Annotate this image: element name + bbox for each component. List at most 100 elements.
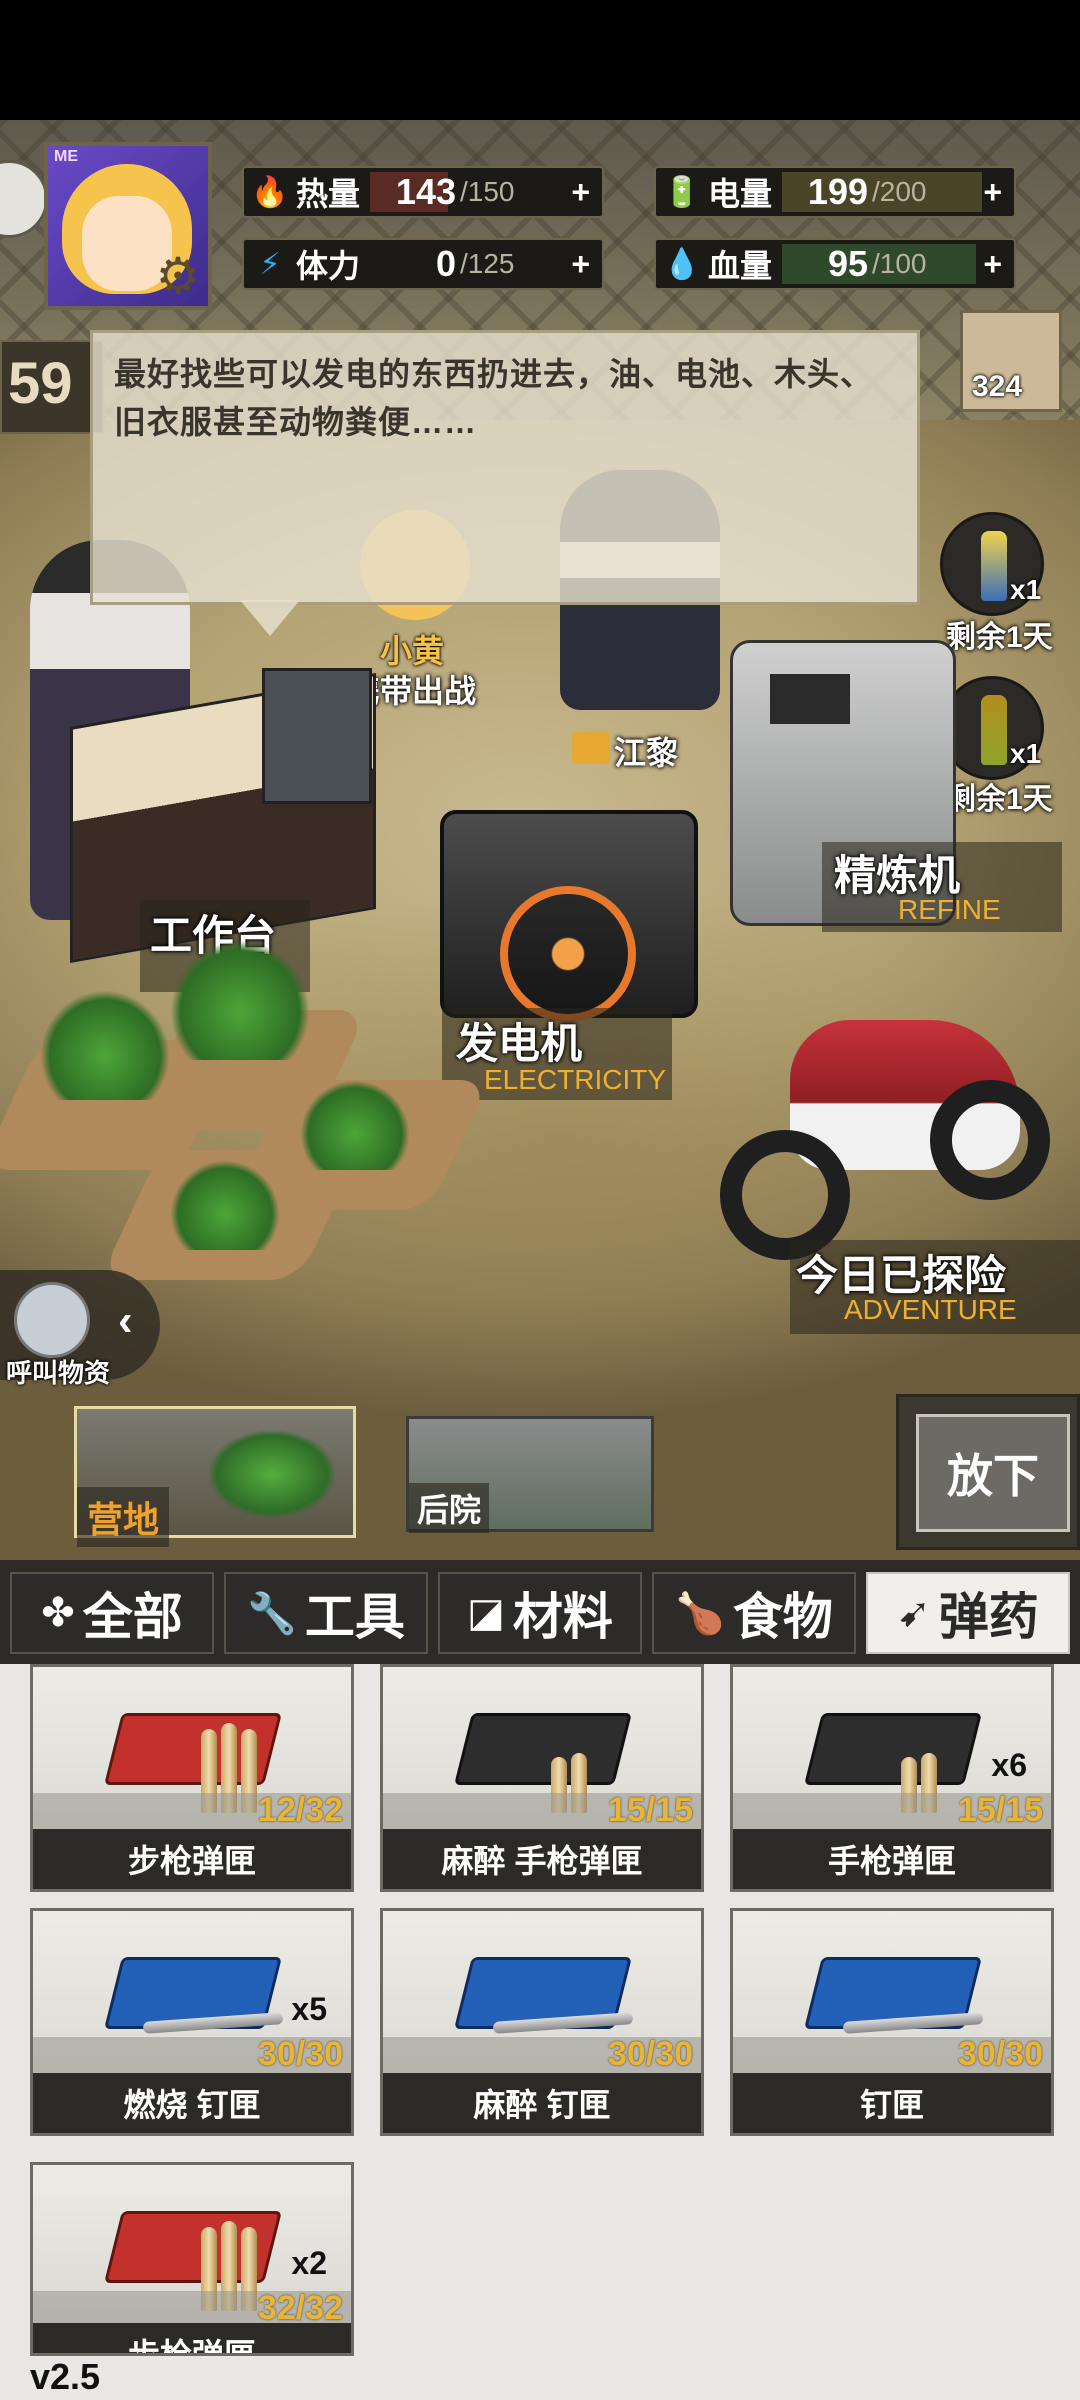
lightning-icon: ⚡ bbox=[259, 247, 281, 281]
level-number: 59 bbox=[8, 351, 73, 416]
tab-materials[interactable]: ◪ 材料 bbox=[438, 1572, 642, 1654]
health-bar[interactable]: 💧 血量 95 /100 + bbox=[654, 238, 1016, 290]
item-name: 麻醉 钉匣 bbox=[383, 2073, 701, 2133]
item-name: 麻醉 手枪弹匣 bbox=[383, 1829, 701, 1889]
buff-remaining: 剩余1天 bbox=[946, 783, 1053, 816]
gear-icon[interactable]: ⚙ bbox=[152, 250, 204, 302]
inventory-item[interactable]: 30/30 麻醉 钉匣 bbox=[380, 1908, 704, 2136]
stamina-bar[interactable]: ⚡ 体力 0 /125 + bbox=[242, 238, 604, 290]
npc-name: 江黎 bbox=[614, 735, 679, 771]
clover-icon: ✤ bbox=[41, 1591, 75, 1635]
inventory-item[interactable]: 12/32 步枪弹匣 bbox=[30, 1664, 354, 1892]
stamina-value: 0 bbox=[435, 243, 456, 284]
tab-tools[interactable]: 🔧 工具 bbox=[224, 1572, 428, 1654]
workbench-tool-rack bbox=[262, 668, 372, 804]
inventory-item[interactable]: x6 15/15 手枪弹匣 bbox=[730, 1664, 1054, 1892]
version-label: v2.5 bbox=[30, 2356, 101, 2397]
fan-icon bbox=[500, 886, 636, 1022]
item-name: 钉匣 bbox=[733, 2073, 1051, 2133]
bullet-icon: ➹ bbox=[897, 1591, 931, 1635]
item-count: 15/15 bbox=[607, 1791, 693, 1829]
backpack-count: 324 bbox=[972, 370, 1023, 403]
inventory-item[interactable]: 30/30 钉匣 bbox=[730, 1908, 1054, 2136]
area-tab-camp[interactable]: 营地 bbox=[74, 1406, 356, 1547]
tab-tools-label: 工具 bbox=[304, 1589, 405, 1645]
put-down-button[interactable]: 放下 bbox=[916, 1414, 1070, 1532]
stamina-label: 体力 bbox=[296, 248, 361, 284]
plant bbox=[40, 990, 170, 1100]
stamina-max: /125 bbox=[460, 248, 515, 279]
wrench-icon: 🔧 bbox=[247, 1591, 297, 1636]
refine-screen bbox=[770, 674, 850, 724]
refine-label[interactable]: 精炼机 REFINE bbox=[822, 842, 1062, 932]
heat-value: 143 bbox=[395, 171, 456, 212]
tab-food[interactable]: 🍗 食物 bbox=[652, 1572, 856, 1654]
plant bbox=[170, 1160, 280, 1250]
area-tab-backyard[interactable]: 后院 bbox=[406, 1416, 654, 1533]
dialog-text: 最好找些可以发电的东西扔进去，油、电池、木头、旧衣服甚至动物粪便…… bbox=[114, 356, 874, 440]
avatar-tag: ME bbox=[54, 148, 78, 165]
item-count: 30/30 bbox=[257, 2035, 343, 2073]
item-count: 15/15 bbox=[957, 1791, 1043, 1829]
stamina-add-button[interactable]: + bbox=[571, 246, 590, 283]
generator-name: 发电机 bbox=[456, 1020, 583, 1067]
health-label: 血量 bbox=[708, 248, 773, 284]
chevron-left-icon[interactable]: ‹ bbox=[118, 1296, 133, 1346]
heat-add-button[interactable]: + bbox=[571, 174, 590, 211]
area-tab-backyard-label: 后院 bbox=[409, 1483, 490, 1533]
tab-ammo-label: 弹药 bbox=[938, 1589, 1039, 1645]
motorcycle[interactable] bbox=[720, 990, 1050, 1260]
health-max: /100 bbox=[872, 248, 927, 279]
item-name: 步枪弹匣 bbox=[33, 1829, 351, 1889]
item-count: 30/30 bbox=[957, 2035, 1043, 2073]
power-label: 电量 bbox=[708, 176, 773, 212]
flame-icon: 🔥 bbox=[251, 175, 289, 209]
plant bbox=[170, 940, 310, 1060]
plant bbox=[300, 1080, 410, 1170]
dialog-bubble-tail bbox=[240, 600, 300, 636]
adventure-label[interactable]: 今日已探险 ADVENTURE bbox=[790, 1240, 1080, 1334]
area-tab-camp-label: 营地 bbox=[77, 1487, 170, 1547]
drumstick-icon: 🍗 bbox=[675, 1591, 725, 1636]
inventory-item[interactable]: 15/15 麻醉 手枪弹匣 bbox=[380, 1664, 704, 1892]
tab-ammo[interactable]: ➹ 弹药 bbox=[866, 1572, 1070, 1654]
generator-en: ELECTRICITY bbox=[484, 1064, 667, 1095]
npc-box-icon bbox=[572, 732, 610, 764]
material-icon: ◪ bbox=[467, 1591, 505, 1635]
inventory-item[interactable]: x5 30/30 燃烧 钉匣 bbox=[30, 1908, 354, 2136]
walkie-talkie-icon bbox=[14, 1282, 90, 1358]
heat-label: 热量 bbox=[296, 176, 361, 212]
item-count: 30/30 bbox=[607, 2035, 693, 2073]
heat-max: /150 bbox=[460, 176, 515, 207]
item-count: 12/32 bbox=[257, 1791, 343, 1829]
buff-count: x1 bbox=[1010, 738, 1042, 769]
inventory-item[interactable]: x2 32/32 步枪弹匣 bbox=[30, 2162, 354, 2356]
item-name: 燃烧 钉匣 bbox=[33, 2073, 351, 2133]
item-name: 手枪弹匣 bbox=[733, 1829, 1051, 1889]
player-avatar[interactable]: ME ⚙ bbox=[44, 142, 212, 310]
olive-bottle-shape bbox=[981, 695, 1007, 765]
tab-all[interactable]: ✤ 全部 bbox=[10, 1572, 214, 1654]
status-bar-area bbox=[0, 0, 1080, 120]
item-multiplier: x5 bbox=[291, 1991, 327, 2027]
refine-en: REFINE bbox=[898, 894, 1001, 925]
power-bar[interactable]: 🔋 电量 199 /200 + bbox=[654, 166, 1016, 218]
power-value: 199 bbox=[807, 171, 868, 212]
item-multiplier: x6 bbox=[991, 1747, 1027, 1783]
buff-remaining: 剩余1天 bbox=[946, 621, 1053, 654]
call-supplies-label: 呼叫物资 bbox=[6, 1358, 111, 1388]
health-add-button[interactable]: + bbox=[983, 246, 1002, 283]
tab-all-label: 全部 bbox=[82, 1589, 183, 1645]
tab-materials-label: 材料 bbox=[512, 1589, 613, 1645]
oil-bottle-shape bbox=[981, 531, 1007, 601]
health-value: 95 bbox=[827, 243, 868, 284]
motorcycle-wheel bbox=[930, 1080, 1050, 1200]
item-name: 步枪弹匣 bbox=[33, 2323, 351, 2353]
power-add-button[interactable]: + bbox=[983, 174, 1002, 211]
adventure-en: ADVENTURE bbox=[844, 1294, 1017, 1325]
heat-bar[interactable]: 🔥 热量 143 /150 + bbox=[242, 166, 604, 218]
camp-thumb-plants bbox=[207, 1429, 337, 1519]
battery-icon: 🔋 bbox=[663, 175, 701, 209]
item-multiplier: x2 bbox=[291, 2245, 327, 2281]
tab-food-label: 食物 bbox=[732, 1589, 833, 1645]
